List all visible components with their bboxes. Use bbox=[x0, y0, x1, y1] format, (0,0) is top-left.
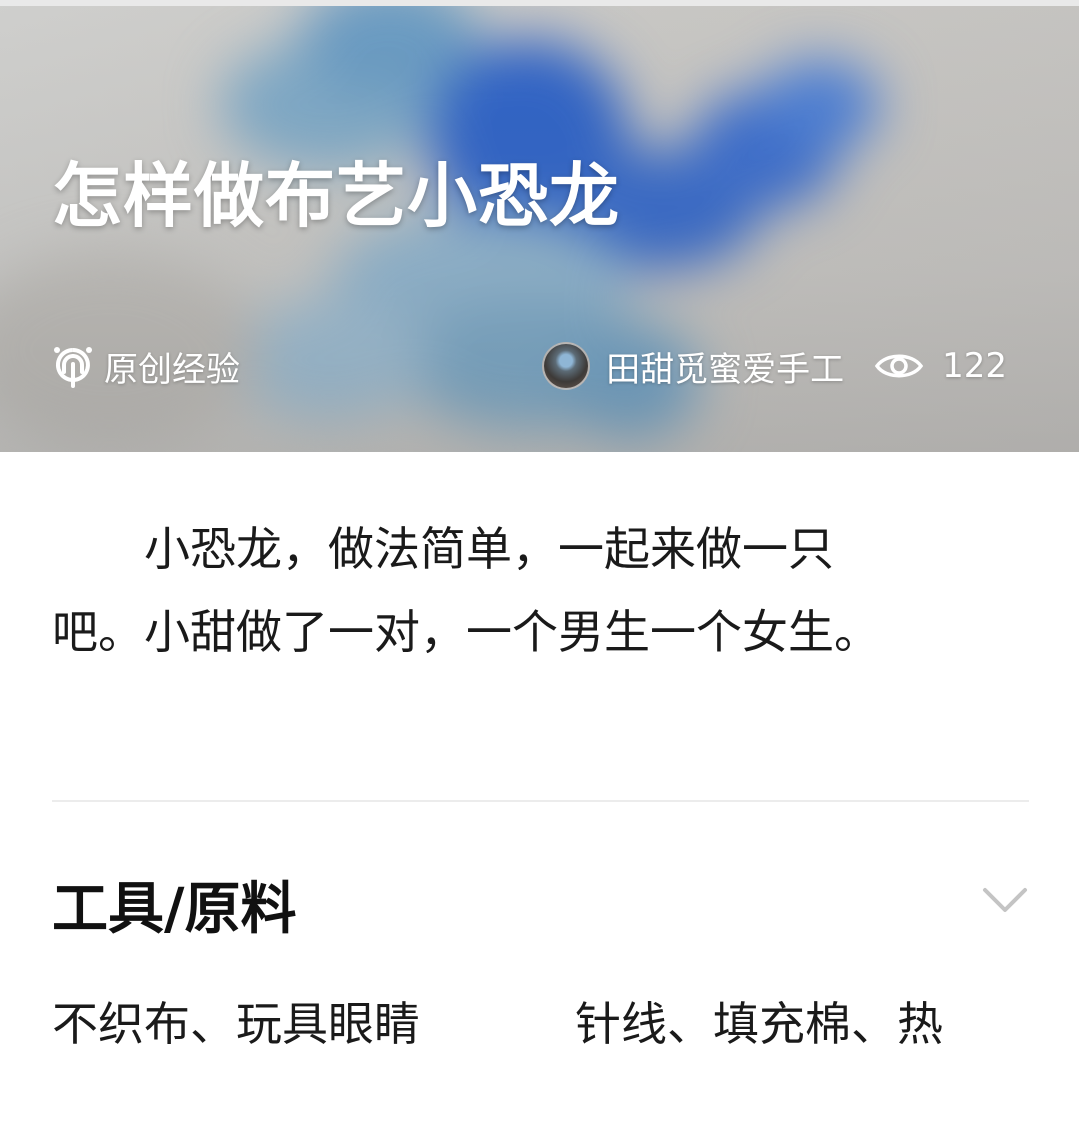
article-page: 怎样做布艺小恐龙 原创经验 田甜觅蜜爱手工 122 小恐龙，做法简单，一起来做一… bbox=[0, 0, 1079, 1123]
section-divider bbox=[52, 800, 1029, 802]
original-badge-icon bbox=[52, 342, 94, 390]
material-item: 针线、填充棉、热 bbox=[575, 997, 943, 1051]
original-label: 原创经验 bbox=[104, 349, 240, 390]
material-item: 不织布、玩具眼睛 bbox=[52, 997, 420, 1051]
view-count: 122 bbox=[942, 346, 1007, 386]
chevron-down-icon[interactable] bbox=[980, 880, 1030, 920]
author-avatar[interactable] bbox=[542, 342, 591, 390]
original-tag: 原创经验 bbox=[52, 336, 240, 396]
eye-icon bbox=[874, 349, 924, 383]
materials-title: 工具/原料 bbox=[52, 877, 297, 942]
top-edge bbox=[0, 0, 1079, 6]
author-name[interactable]: 田甜觅蜜爱手工 bbox=[606, 342, 844, 391]
author-info[interactable]: 田甜觅蜜爱手工 122 bbox=[542, 336, 1007, 396]
hero-banner: 怎样做布艺小恐龙 原创经验 田甜觅蜜爱手工 122 bbox=[0, 0, 1079, 452]
article-title: 怎样做布艺小恐龙 bbox=[52, 155, 620, 237]
article-intro: 小恐龙，做法简单，一起来做一只吧。小甜做了一对，一个男生一个女生。 bbox=[52, 522, 880, 659]
